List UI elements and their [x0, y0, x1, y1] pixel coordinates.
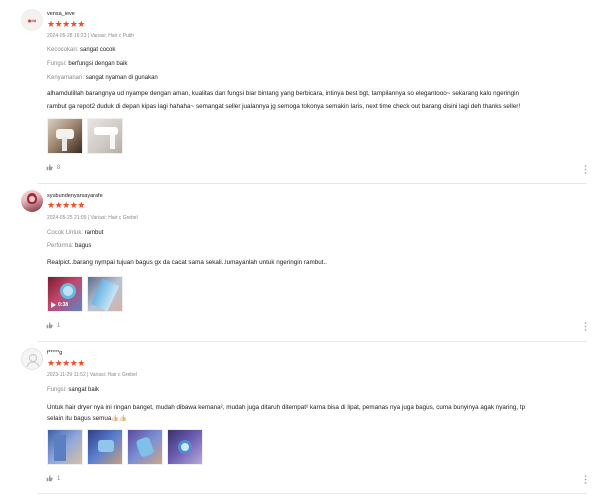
like-button[interactable]: 1	[46, 475, 60, 482]
rating-stars: ★★★★★	[47, 358, 85, 368]
review-photo[interactable]	[127, 429, 163, 465]
reviewer-username: f*****g	[47, 350, 63, 356]
default-user-icon	[26, 354, 40, 368]
review-meta: 2024-05-25 21:09 | Variasi: Hair c Grebe…	[47, 215, 138, 221]
review-text: alhamdulillah barangnya ud nyampe dengan…	[47, 88, 520, 113]
more-options-button[interactable]	[582, 165, 588, 175]
video-duration: 0:38	[58, 302, 69, 308]
attribute-value: sangat cocok	[80, 47, 116, 53]
review-text-line: Realpict..barang nympai tujuan bagus gx …	[47, 259, 328, 266]
avatar-text: ◉dd	[27, 17, 37, 23]
attribute-label: Performa:	[47, 243, 74, 249]
review-text-line: Untuk hair dryer nya ini ringan banget, …	[47, 404, 526, 411]
thumbs-up-icon	[46, 475, 53, 482]
avatar[interactable]: ◉dd	[21, 9, 43, 31]
review-meta: 2024-05-28 16:23 | Variasi: Hair c Putih	[47, 33, 135, 39]
review-divider	[38, 341, 587, 342]
more-vertical-icon	[584, 475, 586, 484]
review-attribute: Kenyamanan: sangat nyaman di gunakan	[47, 75, 158, 81]
attribute-value: berfungsi dengan baik	[68, 61, 128, 67]
play-icon	[51, 302, 56, 308]
review-photo[interactable]	[47, 118, 83, 154]
attribute-label: Fungsi:	[47, 61, 67, 67]
attribute-value: sangat baik	[68, 387, 100, 393]
avatar[interactable]	[21, 348, 43, 370]
review-photo[interactable]	[87, 276, 123, 312]
review-photo[interactable]	[87, 118, 123, 154]
review-text: Untuk hair dryer nya ini ringan banget, …	[47, 402, 525, 424]
attribute-label: Fungsi:	[47, 387, 67, 393]
rating-stars: ★★★★★	[47, 200, 85, 210]
like-button[interactable]: 1	[46, 322, 60, 329]
review-media	[47, 118, 123, 154]
attribute-value: rambut	[84, 230, 104, 236]
review-text: Realpict..barang nympai tujuan bagus gx …	[47, 257, 327, 270]
review-attribute: Kecocokan: sangat cocok	[47, 47, 115, 53]
review-text-line: alhamdulillah barangnya ud nyampe dengan…	[47, 90, 520, 97]
attribute-label: Kenyamanan:	[47, 75, 85, 81]
thumbs-up-icon	[46, 322, 53, 329]
review-divider	[38, 183, 587, 184]
review-divider	[38, 493, 587, 494]
reviewer-username: syubundenyarsayarafe	[47, 193, 103, 199]
more-vertical-icon	[584, 322, 586, 331]
like-count: 8	[57, 164, 61, 171]
more-options-button[interactable]	[582, 322, 588, 332]
thumbs-up-icon	[46, 164, 53, 171]
video-badge: 0:38	[51, 302, 68, 308]
attribute-value: bagus	[75, 243, 92, 249]
review-media: 0:38	[47, 276, 123, 312]
review-attribute: Performa: bagus	[47, 243, 91, 249]
attribute-value: sangat nyaman di gunakan	[85, 75, 158, 81]
review-text-line: selain itu bagus semua👍🏻👍🏻	[47, 415, 128, 422]
avatar[interactable]	[21, 190, 43, 212]
review-text-line: rambut ga repot2 duduk di depan kipas la…	[47, 102, 521, 110]
review-photo[interactable]	[47, 429, 83, 465]
rating-stars: ★★★★★	[47, 19, 85, 29]
attribute-label: Kecocokan:	[47, 47, 79, 53]
review-attribute: Cocok Untuk: rambut	[47, 230, 103, 236]
attribute-label: Cocok Untuk:	[47, 230, 84, 236]
review-meta: 2023-11-29 11:52 | Variasi: Hair c Grebe…	[47, 372, 137, 378]
like-button[interactable]: 8	[46, 164, 60, 171]
review-photo[interactable]	[87, 429, 123, 465]
review-attribute: Fungsi: berfungsi dengan baik	[47, 61, 127, 67]
like-count: 1	[57, 475, 61, 482]
review-video[interactable]: 0:38	[47, 276, 83, 312]
review-photo[interactable]	[167, 429, 203, 465]
more-vertical-icon	[584, 165, 586, 174]
reviewer-username: vensa_ieve	[47, 11, 75, 17]
review-media	[47, 429, 203, 465]
more-options-button[interactable]	[582, 475, 588, 485]
review-attribute: Fungsi: sangat baik	[47, 387, 99, 393]
like-count: 1	[57, 322, 61, 329]
